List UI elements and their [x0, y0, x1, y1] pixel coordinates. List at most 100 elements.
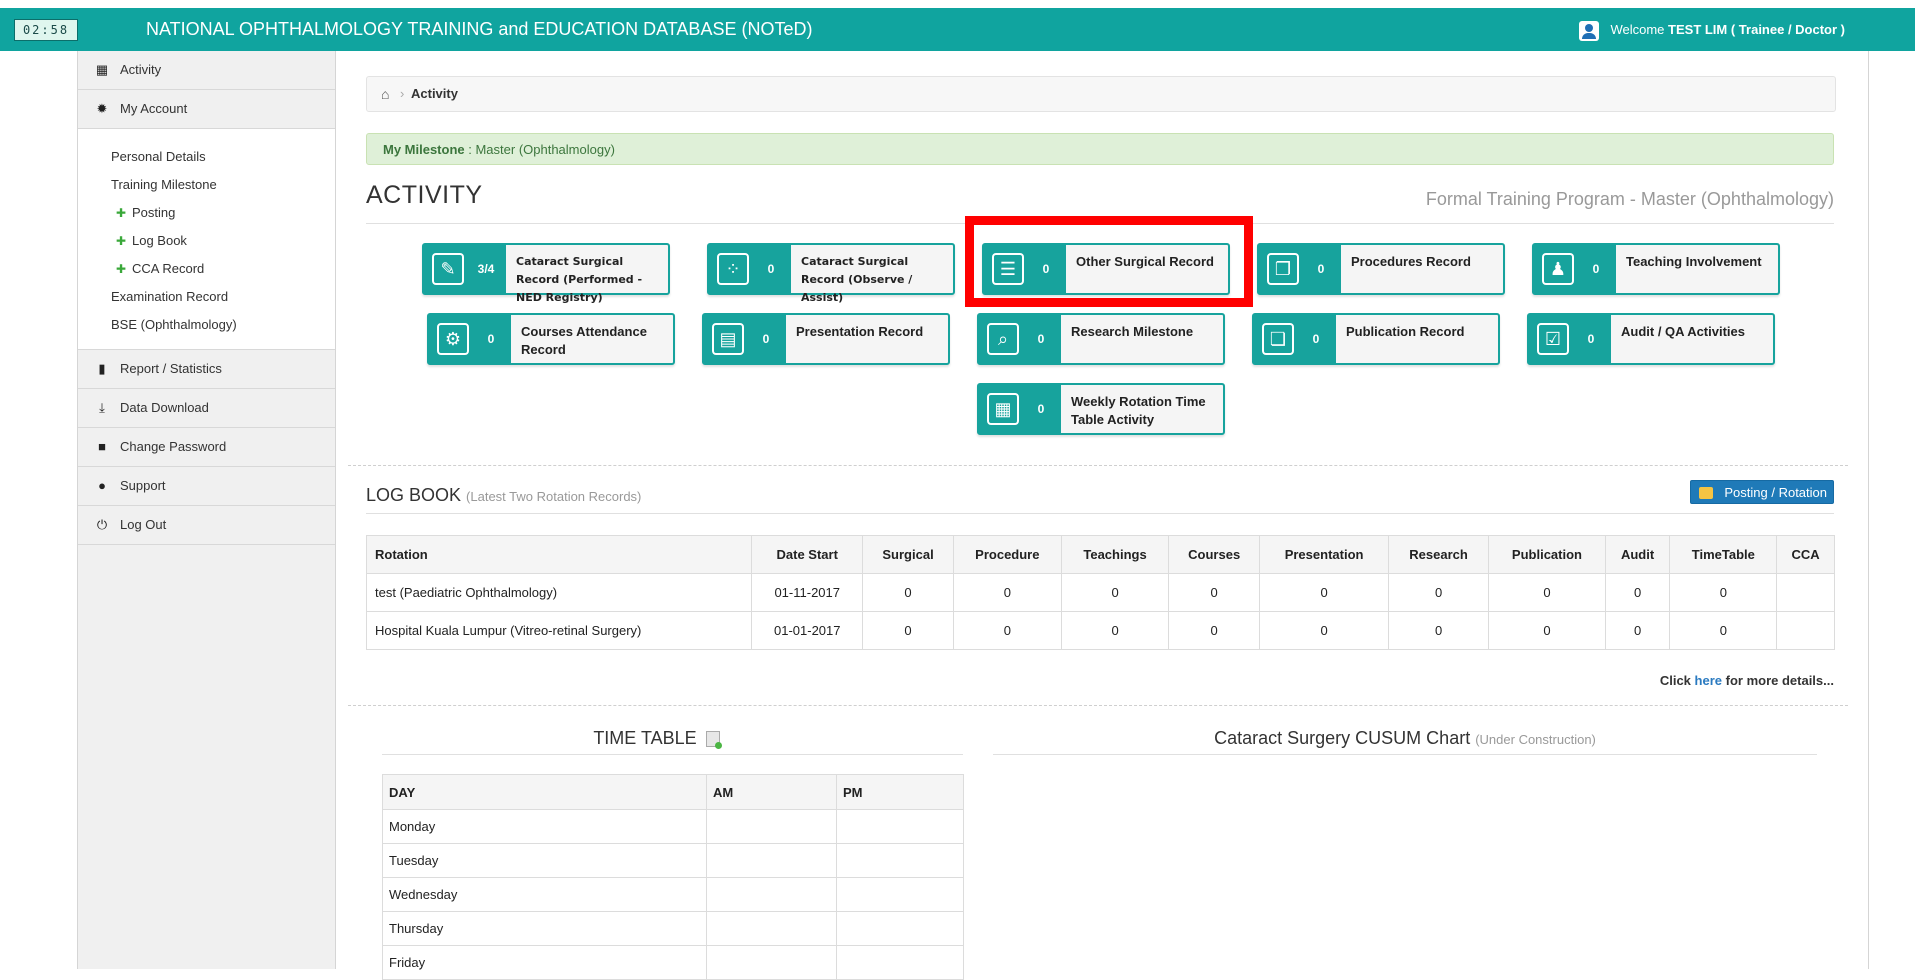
timetable-heading: TIME TABLE [593, 728, 697, 748]
tile-teaching[interactable]: ♟ 0 Teaching Involvement [1532, 243, 1780, 295]
tile-label: Research Milestone [1071, 324, 1194, 339]
tile-presentation[interactable]: ▤ 0 Presentation Record [702, 313, 950, 365]
tile-count: 0 [767, 262, 775, 276]
day-cell: Wednesday [382, 877, 707, 912]
submenu-personal-details[interactable]: Personal Details [78, 143, 335, 171]
tile-courses[interactable]: ⚙ 0 Courses Attendance Record [427, 313, 675, 365]
sidebar-item-report[interactable]: ▮ Report / Statistics [78, 350, 335, 389]
sidebar-item-label: Activity [120, 62, 162, 77]
table-cell: test (Paediatric Ophthalmology) [366, 573, 752, 612]
sidebar-item-support[interactable]: ● Support [78, 467, 335, 506]
tile-left: ❏ 0 [1254, 315, 1336, 363]
divider [382, 754, 963, 755]
plus-icon: ✚ [116, 262, 127, 276]
table-row[interactable]: test (Paediatric Ophthalmology) 01-11-20… [366, 573, 1835, 612]
clipboard-icon: ☰ [992, 253, 1024, 285]
submenu-examination-record[interactable]: Examination Record [78, 283, 335, 311]
table-cell: 0 [862, 611, 954, 650]
tile-cataract-performed[interactable]: ✎ 3/4 Cataract Surgical Record (Performe… [422, 243, 670, 304]
tile-label: Presentation Record [796, 324, 924, 339]
tile-count: 0 [1312, 332, 1320, 346]
milestone-label: My Milestone [383, 142, 465, 157]
table-cell [1776, 573, 1835, 612]
column-header: Surgical [862, 535, 954, 574]
table-cell: 0 [862, 573, 954, 612]
user-gear-icon: ⚙ [437, 323, 469, 355]
column-header: Courses [1168, 535, 1261, 574]
table-cell: 0 [1669, 611, 1778, 650]
add-document-icon[interactable] [705, 731, 722, 750]
pm-cell [836, 809, 964, 844]
sidebar-item-my-account[interactable]: ✹ My Account [78, 90, 335, 129]
main-content: ⌂ › Activity My Milestone : Master (Opht… [348, 51, 1868, 980]
sidebar-item-label: Log Out [120, 517, 167, 532]
home-icon[interactable]: ⌂ [381, 77, 389, 111]
tile-left: ☰ 0 [984, 245, 1066, 293]
app-title: NATIONAL OPHTHALMOLOGY TRAINING and EDUC… [146, 19, 813, 39]
submenu-cca-record[interactable]: ✚ CCA Record [78, 255, 335, 283]
am-cell [706, 945, 837, 980]
sidebar-item-label: Change Password [120, 439, 227, 454]
tile-label: Teaching Involvement [1626, 254, 1762, 269]
tile-label: Weekly Rotation Time Table Activity [1071, 394, 1206, 427]
tile-count: 0 [487, 332, 495, 346]
logbook-heading: LOG BOOK [366, 485, 462, 505]
welcome-prefix: Welcome [1610, 22, 1665, 37]
column-header: Audit [1604, 535, 1671, 574]
divider [993, 754, 1817, 755]
submenu-training-milestone[interactable]: Training Milestone [78, 171, 335, 199]
column-header: Procedure [952, 535, 1063, 574]
welcome-user[interactable]: Welcome TEST LIM ( Trainee / Doctor ) [1578, 8, 1845, 51]
table-row[interactable]: Hospital Kuala Lumpur (Vitreo-retinal Su… [366, 611, 1835, 650]
tile-procedures[interactable]: ❐ 0 Procedures Record [1257, 243, 1505, 295]
bar-chart-icon: ▮ [98, 361, 106, 376]
posting-rotation-button[interactable]: Posting / Rotation [1690, 480, 1834, 504]
tile-research[interactable]: ⌕ 0 Research Milestone [977, 313, 1225, 365]
submenu-posting[interactable]: ✚ Posting [78, 199, 335, 227]
tile-count: 0 [1592, 262, 1600, 276]
tile-left: ✎ 3/4 [424, 245, 506, 293]
more-details-link[interactable]: here [1695, 673, 1722, 688]
sidebar-item-log-out[interactable]: ⏻ Log Out [78, 506, 335, 545]
day-cell: Thursday [382, 911, 707, 946]
logbook-title: LOG BOOK (Latest Two Rotation Records) [366, 485, 641, 506]
tile-count: 0 [762, 332, 770, 346]
tile-label: Publication Record [1346, 324, 1465, 339]
sidebar-item-activity[interactable]: ▦ Activity [78, 51, 335, 90]
power-icon: ⏻ [96, 517, 108, 532]
am-cell [706, 809, 837, 844]
tile-publication[interactable]: ❏ 0 Publication Record [1252, 313, 1500, 365]
column-header: TimeTable [1669, 535, 1778, 574]
lock-icon: ■ [98, 439, 106, 454]
table-cell: 0 [1604, 611, 1671, 650]
table-cell: 0 [1488, 611, 1606, 650]
submenu-bse[interactable]: BSE (Ophthalmology) [78, 311, 335, 339]
info-icon: ● [98, 478, 106, 493]
tile-other-surgical[interactable]: ☰ 0 Other Surgical Record [982, 243, 1230, 295]
column-header: DAY [382, 774, 707, 810]
tile-label: Cataract Surgical Record (Performed - NE… [516, 255, 643, 304]
table-cell: Hospital Kuala Lumpur (Vitreo-retinal Su… [366, 611, 752, 650]
tile-cataract-observe[interactable]: ⁘ 0 Cataract Surgical Record (Observe / … [707, 243, 955, 304]
tile-weekly-rotation[interactable]: ▦ 0 Weekly Rotation Time Table Activity [977, 383, 1225, 435]
breadcrumb-current: Activity [411, 86, 458, 101]
gear-icon: ✹ [96, 101, 108, 116]
tile-label: Procedures Record [1351, 254, 1471, 269]
molecule-icon: ⁘ [717, 253, 749, 285]
plus-icon: ✚ [116, 234, 127, 248]
tile-label: Courses Attendance Record [521, 324, 647, 357]
table-row: Monday [382, 809, 964, 844]
section-divider [348, 705, 1848, 706]
timetable-title: TIME TABLE [366, 728, 947, 750]
tile-audit[interactable]: ☑ 0 Audit / QA Activities [1527, 313, 1775, 365]
logbook-subtitle: (Latest Two Rotation Records) [466, 489, 642, 504]
sidebar-item-data-download[interactable]: ⤓ Data Download [78, 389, 335, 428]
sidebar-item-change-password[interactable]: ■ Change Password [78, 428, 335, 467]
submenu-log-book[interactable]: ✚ Log Book [78, 227, 335, 255]
divider [366, 223, 1834, 224]
tile-left: ❐ 0 [1259, 245, 1341, 293]
table-cell: 0 [1168, 611, 1261, 650]
breadcrumb: ⌂ › Activity [366, 76, 1836, 112]
submenu-label: Log Book [132, 233, 187, 248]
tile-left: ▤ 0 [704, 315, 786, 363]
